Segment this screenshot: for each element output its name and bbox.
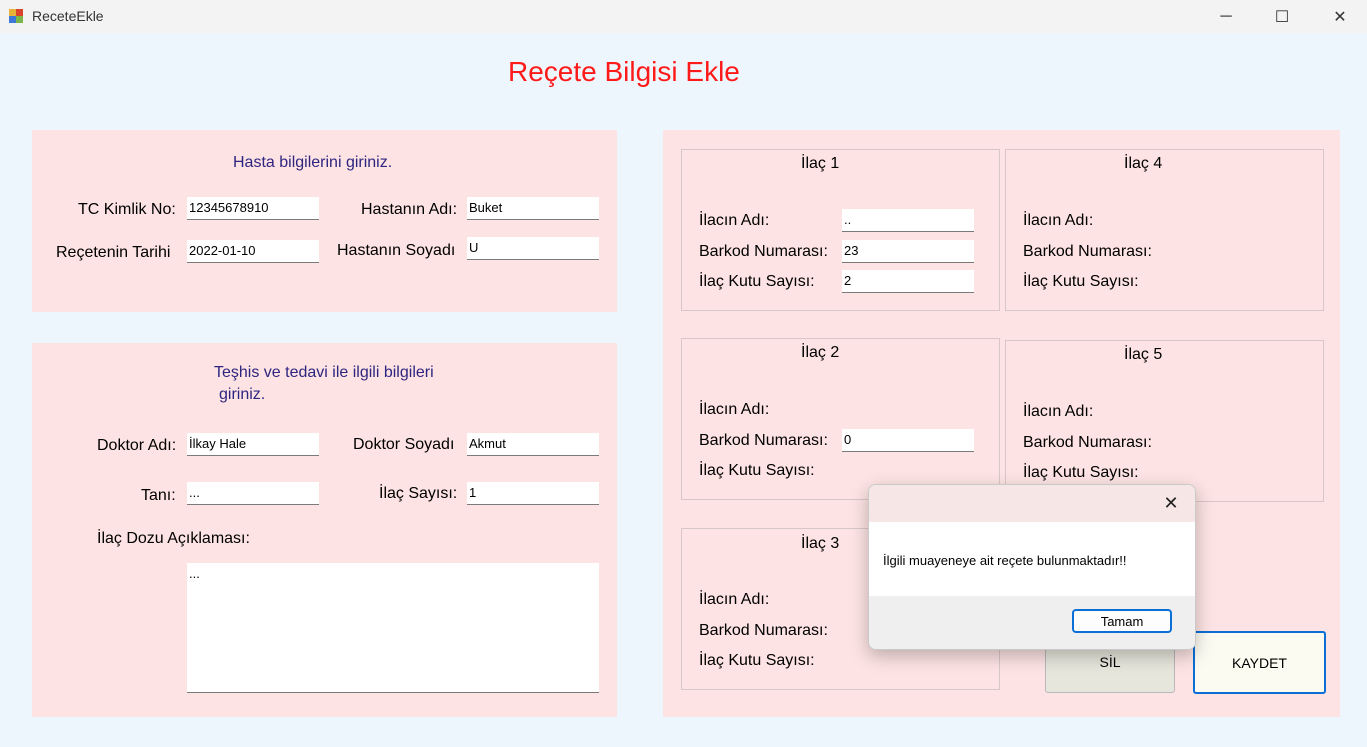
- drug2-title: İlaç 2: [801, 344, 840, 361]
- window-titlebar: [0, 0, 1367, 33]
- drug5-title: İlaç 5: [1124, 346, 1163, 363]
- drug-count-label: İlaç Sayısı:: [379, 485, 458, 502]
- maximize-button[interactable]: ☐: [1259, 0, 1305, 33]
- drug3-barcode-label: Barkod Numarası:: [699, 622, 828, 639]
- treatment-heading-line2: giriniz.: [219, 386, 266, 403]
- drug2-name-label: İlacın Adı:: [699, 401, 770, 418]
- patient-surname-input[interactable]: U: [467, 237, 599, 260]
- dialog-message: İlgili muayeneye ait reçete bulunmaktadı…: [883, 553, 1127, 568]
- dialog-close-icon[interactable]: ✕: [1159, 491, 1183, 515]
- doctor-surname-input[interactable]: Akmut: [467, 433, 599, 456]
- doctor-name-input[interactable]: İlkay Hale: [187, 433, 319, 456]
- dose-label: İlaç Dozu Açıklaması:: [97, 530, 250, 547]
- drug1-name-label: İlacın Adı:: [699, 212, 770, 229]
- drug1-barcode-label: Barkod Numarası:: [699, 243, 828, 260]
- patient-name-label: Hastanın Adı:: [361, 201, 458, 218]
- drug4-barcode-label: Barkod Numarası:: [1023, 243, 1152, 260]
- drug2-box-label: İlaç Kutu Sayısı:: [699, 462, 815, 479]
- window-title: ReceteEkle: [32, 8, 104, 24]
- save-button[interactable]: KAYDET: [1193, 631, 1326, 694]
- dose-textarea[interactable]: ...: [187, 563, 599, 693]
- dialog-header: [869, 485, 1195, 522]
- drug1-box-label: İlaç Kutu Sayısı:: [699, 273, 815, 290]
- patient-surname-label: Hastanın Soyadı: [337, 242, 456, 259]
- date-label: Reçetenin Tarihi: [56, 244, 171, 261]
- date-input[interactable]: 2022-01-10: [187, 240, 319, 263]
- doctor-surname-label: Doktor Soyadı: [353, 436, 455, 453]
- drug5-barcode-label: Barkod Numarası:: [1023, 434, 1152, 451]
- app-icon: [9, 9, 23, 23]
- drug1-name-input[interactable]: ..: [842, 209, 974, 232]
- drug4-box-label: İlaç Kutu Sayısı:: [1023, 273, 1139, 290]
- minimize-button[interactable]: ─: [1203, 0, 1249, 33]
- tc-input[interactable]: 12345678910: [187, 197, 319, 220]
- drug3-name-label: İlacın Adı:: [699, 591, 770, 608]
- drug3-box-label: İlaç Kutu Sayısı:: [699, 652, 815, 669]
- patient-heading: Hasta bilgilerini giriniz.: [233, 154, 393, 171]
- treatment-heading-line1: Teşhis ve tedavi ile ilgili bilgileri: [214, 364, 434, 381]
- patient-name-input[interactable]: Buket: [467, 197, 599, 220]
- close-window-button[interactable]: ✕: [1317, 0, 1363, 33]
- drug5-name-label: İlacın Adı:: [1023, 403, 1094, 420]
- drug1-barcode-input[interactable]: 23: [842, 240, 974, 263]
- drug2-barcode-label: Barkod Numarası:: [699, 432, 828, 449]
- drug1-title: İlaç 1: [801, 155, 840, 172]
- drug4-name-label: İlacın Adı:: [1023, 212, 1094, 229]
- drug5-box-label: İlaç Kutu Sayısı:: [1023, 464, 1139, 481]
- dialog-ok-button[interactable]: Tamam: [1072, 609, 1172, 633]
- doctor-name-label: Doktor Adı:: [97, 437, 177, 454]
- message-dialog: ✕ İlgili muayeneye ait reçete bulunmakta…: [868, 484, 1196, 650]
- drug1-box-input[interactable]: 2: [842, 270, 974, 293]
- drug2-barcode-input[interactable]: 0: [842, 429, 974, 452]
- diagnosis-input[interactable]: ...: [187, 482, 319, 505]
- page-title: Reçete Bilgisi Ekle: [508, 56, 740, 87]
- drug3-title: İlaç 3: [801, 535, 840, 552]
- drug4-title: İlaç 4: [1124, 155, 1163, 172]
- drug-count-input[interactable]: 1: [467, 482, 599, 505]
- diagnosis-label: Tanı:: [141, 487, 176, 504]
- tc-label: TC Kimlik No:: [78, 201, 176, 218]
